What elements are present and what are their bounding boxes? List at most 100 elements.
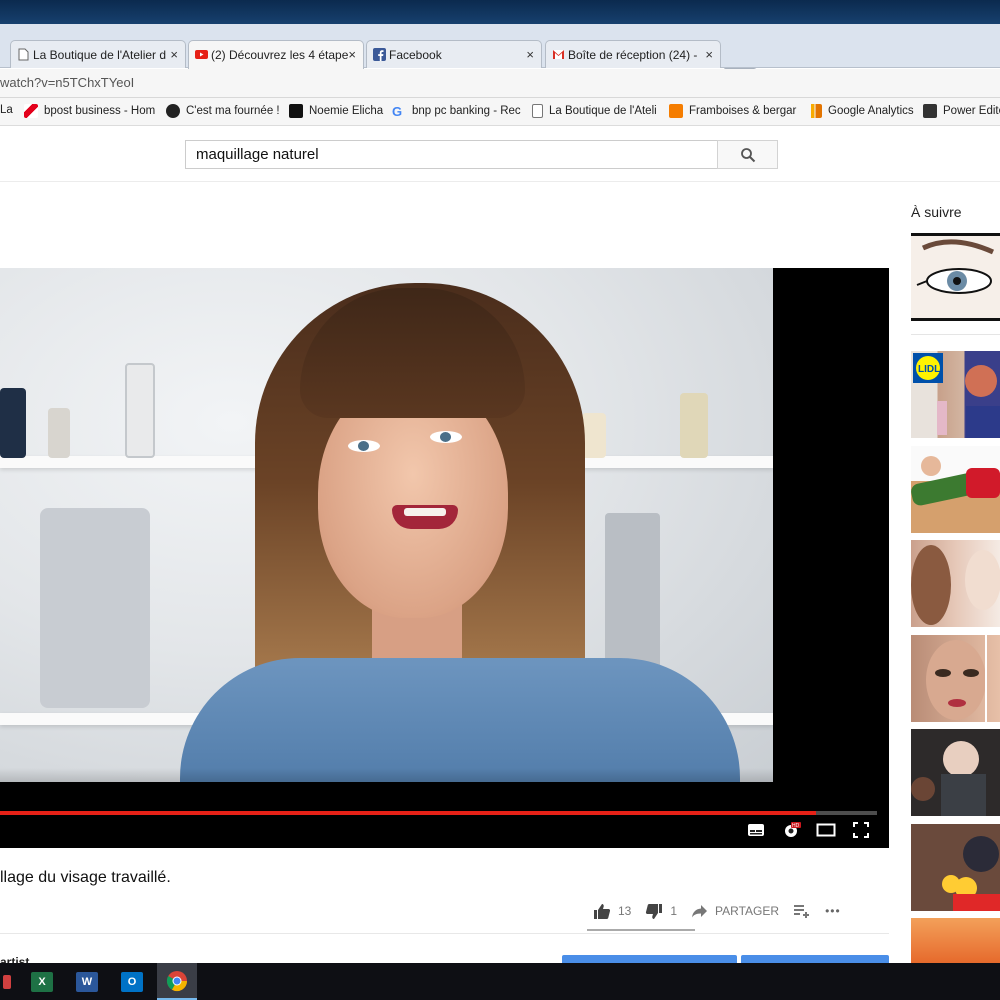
taskbar-excel[interactable]: X: [22, 963, 62, 1000]
bottle: [125, 363, 155, 458]
up-next-label: À suivre: [911, 204, 962, 220]
gmail-icon: [553, 50, 564, 59]
analytics-icon: [808, 104, 822, 118]
bookmark-item[interactable]: Gbnp pc banking - Rec: [392, 104, 521, 119]
search-input[interactable]: [185, 140, 718, 169]
cucumber-video-thumbnail: [911, 456, 1000, 506]
thumbs-up-icon: [594, 903, 611, 919]
video-thumbnail[interactable]: [911, 635, 1000, 722]
dislike-button[interactable]: 1: [645, 903, 677, 920]
browser-tabstrip: La Boutique de l'Atelier d × (2) Découvr…: [0, 24, 1000, 86]
more-icon: •••: [825, 904, 841, 918]
excel-icon: X: [31, 971, 53, 992]
bottle: [680, 393, 708, 458]
tv-show-thumbnail: [911, 729, 1000, 816]
share-button[interactable]: PARTAGER: [691, 904, 779, 918]
emoji-video-thumbnail: [911, 824, 1000, 911]
bottle: [48, 408, 70, 458]
video-frame[interactable]: [0, 268, 773, 782]
chrome-icon: [166, 970, 188, 991]
video-thumbnail[interactable]: [911, 918, 1000, 963]
share-label: PARTAGER: [715, 904, 780, 918]
taskbar-chrome[interactable]: [157, 963, 197, 1000]
video-actions: 13 1 PARTAGER •••: [593, 897, 889, 925]
tab-boutique[interactable]: La Boutique de l'Atelier d ×: [10, 40, 186, 68]
taskbar-outlook[interactable]: O: [112, 963, 152, 1000]
eye: [430, 431, 462, 443]
up-next-thumbnail[interactable]: [911, 233, 1000, 321]
contouring-video-thumbnail: [926, 635, 987, 722]
add-to-playlist-icon: [794, 905, 810, 918]
teeth: [404, 508, 446, 516]
windows-taskbar: X W O: [0, 963, 1000, 1000]
bookmark-item[interactable]: La: [0, 104, 13, 116]
tab-title: (2) Découvrez les 4 étape: [211, 48, 349, 62]
progress-bar[interactable]: [0, 811, 877, 815]
bookmarks-bar: La bpost business - Hom C'est ma fournée…: [0, 98, 1000, 126]
close-tab-icon[interactable]: ×: [526, 47, 534, 62]
address-bar[interactable]: watch?v=n5TChxTYeoI: [0, 69, 1000, 98]
subtitles-icon[interactable]: [746, 820, 766, 840]
video-player[interactable]: HD: [0, 268, 889, 848]
close-tab-icon[interactable]: ×: [705, 47, 713, 62]
eye: [348, 440, 380, 452]
beauty-video-thumbnail: [911, 545, 1000, 625]
lidl-video-thumbnail: LIDL: [913, 353, 1000, 438]
like-button[interactable]: 13: [593, 903, 631, 920]
word-icon: W: [76, 971, 98, 992]
page-icon: [532, 104, 543, 118]
player-controls: HD: [746, 820, 871, 840]
bookmark-item[interactable]: C'est ma fournée !: [166, 104, 280, 118]
progress-played: [0, 811, 816, 815]
like-ratio-bar: [587, 929, 695, 931]
dislike-count: 1: [670, 904, 678, 918]
bookmark-item[interactable]: Power Edito: [923, 104, 1000, 118]
tab-title: Boîte de réception (24) -: [568, 47, 698, 62]
url-text[interactable]: watch?v=n5TChxTYeoI: [0, 75, 134, 90]
more-actions-button[interactable]: •••: [825, 904, 841, 918]
glass-jar: [40, 508, 150, 708]
bookmark-item[interactable]: Noemie Elicha: [289, 104, 383, 118]
taskbar-word[interactable]: W: [67, 963, 107, 1000]
tab-youtube[interactable]: (2) Découvrez les 4 étape ×: [188, 40, 364, 69]
bookmark-item[interactable]: Framboises & bergar: [669, 104, 796, 118]
bookmark-item[interactable]: La Boutique de l'Ateli: [532, 104, 657, 118]
settings-gear-icon[interactable]: HD: [781, 820, 801, 840]
youtube-icon: [195, 50, 208, 59]
video-title: llage du visage travaillé.: [0, 869, 171, 886]
bookmark-item[interactable]: bpost business - Hom: [24, 104, 155, 118]
woman-jacket: [180, 658, 740, 782]
facebook-icon: [373, 48, 386, 61]
skull-icon: [289, 104, 303, 118]
svg-text:LIDL: LIDL: [918, 364, 940, 375]
page-icon: [18, 48, 29, 61]
os-title-strip: [0, 0, 1000, 24]
blogger-icon: [669, 104, 683, 118]
search-button[interactable]: [717, 140, 778, 169]
search-icon: [740, 147, 755, 162]
bookmark-item[interactable]: Google Analytics: [808, 104, 914, 118]
tab-gmail[interactable]: Boîte de réception (24) - ×: [545, 40, 721, 68]
tab-facebook[interactable]: Facebook ×: [366, 40, 542, 68]
add-to-playlist-button[interactable]: [793, 904, 811, 918]
taskbar-app-partial[interactable]: [0, 963, 14, 1000]
theater-mode-icon[interactable]: [816, 820, 836, 840]
sidebar-separator: [911, 334, 1000, 335]
section-divider: [0, 933, 889, 934]
svg-text:HD: HD: [792, 823, 800, 829]
fullscreen-icon[interactable]: [851, 820, 871, 840]
video-thumbnail[interactable]: [911, 729, 1000, 816]
google-icon: G: [392, 104, 403, 119]
video-thumbnail[interactable]: LIDL: [911, 351, 1000, 438]
youtube-masthead: [0, 126, 1000, 182]
tab-title: La Boutique de l'Atelier d: [33, 47, 167, 62]
outlook-icon: O: [121, 971, 143, 992]
video-thumbnail[interactable]: [911, 540, 1000, 627]
video-thumbnail[interactable]: [911, 824, 1000, 911]
video-thumbnail[interactable]: [911, 446, 1000, 533]
share-arrow-icon: [692, 905, 708, 918]
like-count: 13: [618, 904, 632, 918]
tab-title: Facebook: [389, 47, 442, 62]
close-tab-icon[interactable]: ×: [348, 47, 356, 62]
close-tab-icon[interactable]: ×: [170, 47, 178, 62]
